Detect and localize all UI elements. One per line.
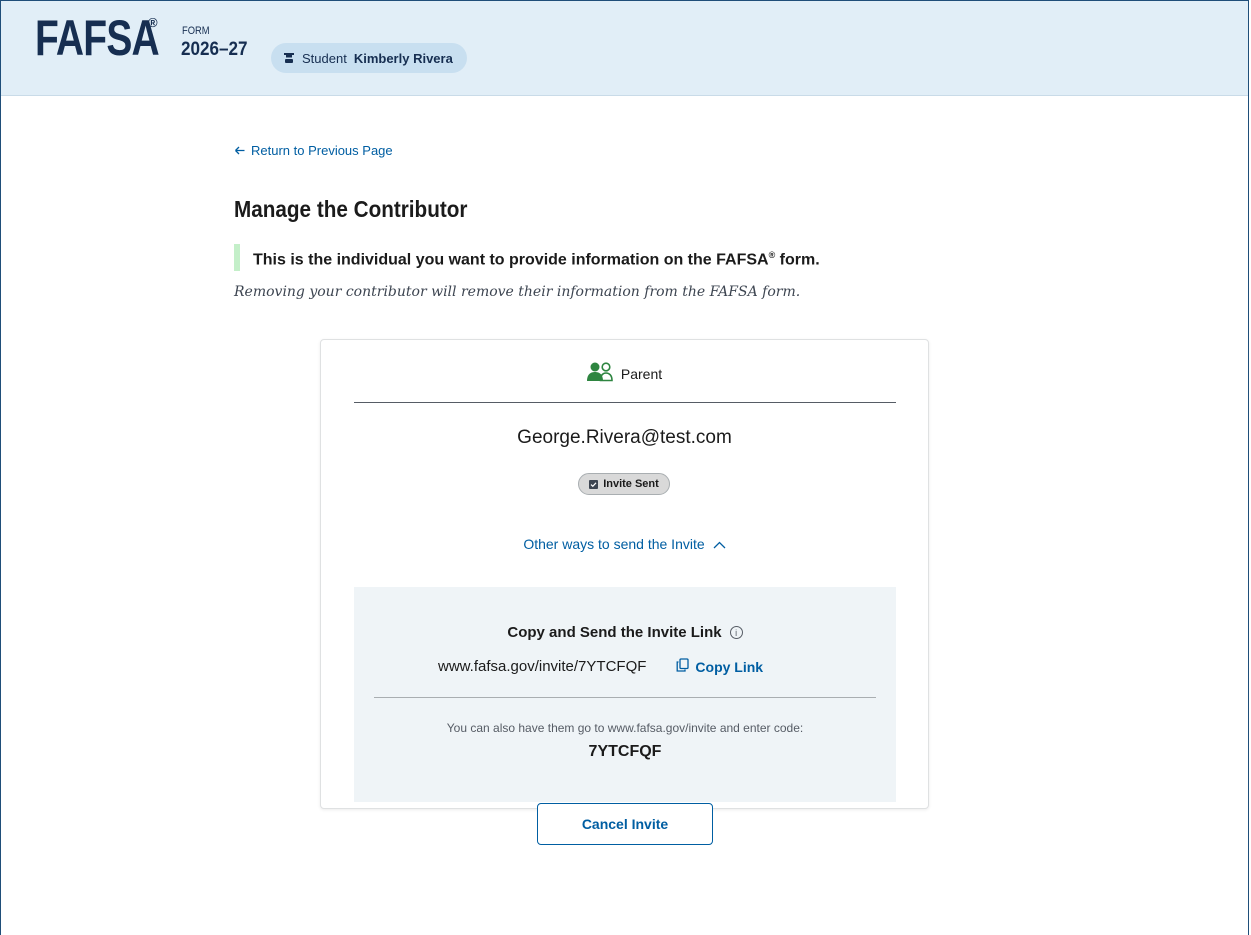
invite-instructions: You can also have them go to www.fafsa.g… <box>446 721 804 735</box>
invite-url: www.fafsa.gov/invite/7YTCFQF <box>438 658 647 675</box>
return-previous-page-link[interactable]: Return to Previous Page <box>234 143 393 158</box>
invite-code: 7YTCFQF <box>588 743 662 760</box>
student-name: Kimberly Rivera <box>353 50 453 66</box>
contributor-role: Parent <box>321 362 928 385</box>
page-title: Manage the Contributor <box>234 196 468 222</box>
card-divider <box>354 402 896 403</box>
fafsa-logo[interactable]: FAFSA <box>35 13 160 63</box>
cancel-invite-button[interactable]: Cancel Invite <box>537 803 713 845</box>
copy-link-label: Copy Link <box>695 658 764 675</box>
invite-link-row: www.fafsa.gov/invite/7YTCFQF Copy Link <box>438 658 763 675</box>
student-badge: Student Kimberly Rivera <box>271 43 467 73</box>
info-icon[interactable]: i <box>729 626 743 639</box>
status-badge: Invite Sent <box>578 473 670 495</box>
return-previous-page-label: Return to Previous Page <box>251 143 393 158</box>
invite-link-heading: Copy and Send the Invite Link i <box>354 624 896 641</box>
contributor-role-label: Parent <box>620 365 663 382</box>
student-icon <box>283 52 295 64</box>
logo-registered-mark: ® <box>148 15 158 30</box>
form-year: 2026–27 <box>181 39 248 60</box>
arrow-left-icon <box>234 143 245 158</box>
student-prefix: Student <box>302 50 347 66</box>
chevron-up-icon <box>713 536 726 552</box>
parent-people-icon <box>586 362 613 385</box>
invite-link-panel: Copy and Send the Invite Link i www.fafs… <box>354 587 896 802</box>
copy-link-button[interactable]: Copy Link <box>676 658 763 675</box>
checkbox-checked-icon <box>589 479 599 489</box>
lead-description: This is the individual you want to provi… <box>234 244 820 272</box>
invite-link-title: Copy and Send the Invite Link <box>507 624 722 641</box>
copy-icon <box>676 658 690 675</box>
removal-note: Removing your contributor will remove th… <box>234 284 801 300</box>
lead-text: This is the individual you want to provi… <box>253 251 769 269</box>
contributor-email: George.Rivera@test.com <box>517 427 732 448</box>
form-label: FORM <box>182 25 210 37</box>
other-ways-label: Other ways to send the Invite <box>523 536 705 552</box>
contributor-card: Parent George.Rivera@test.com Invite Sen… <box>320 339 929 845</box>
other-ways-toggle[interactable]: Other ways to send the Invite <box>321 536 928 552</box>
status-badge-label: Invite Sent <box>603 478 659 490</box>
site-header: FAFSA ® FORM 2026–27 Student Kimberly Ri… <box>1 1 1248 96</box>
panel-divider <box>374 697 876 698</box>
lead-suffix: form. <box>775 251 820 269</box>
